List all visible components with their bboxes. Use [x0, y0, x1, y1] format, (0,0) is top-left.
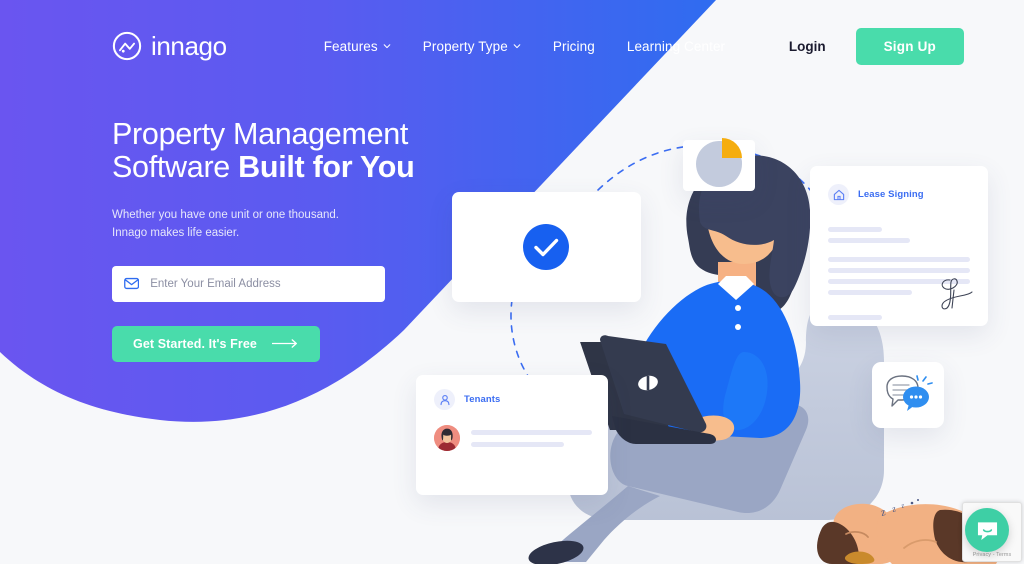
- get-started-button[interactable]: Get Started. It's Free: [112, 325, 320, 362]
- nav-item-property-type[interactable]: Property Type: [423, 39, 521, 54]
- email-signup-row: [112, 265, 385, 302]
- hero-section: Property Management Software Built for Y…: [112, 118, 532, 362]
- nav-label: Learning Center: [626, 38, 726, 54]
- arrow-right-icon: [271, 339, 297, 348]
- heading-bold: Built for You: [238, 149, 415, 184]
- nav-item-learning-center[interactable]: Learning Center: [627, 39, 725, 54]
- signup-button[interactable]: Sign Up: [855, 27, 964, 65]
- nav-label: Features: [323, 38, 378, 54]
- login-link[interactable]: Login: [789, 39, 826, 54]
- logo-text: innago: [151, 30, 227, 61]
- nav-item-pricing[interactable]: Pricing: [553, 39, 595, 54]
- innago-circle-mountain-logo-icon: [112, 31, 142, 61]
- envelope-icon: [124, 277, 140, 290]
- chat-smile-icon: [977, 521, 997, 540]
- main-nav: Features Property Type Pricing Learning …: [324, 39, 725, 54]
- page-title: Property Management Software Built for Y…: [112, 118, 532, 184]
- email-input[interactable]: [150, 277, 373, 290]
- site-header: innago Features Property Type Pricing Le…: [0, 0, 1024, 92]
- cta-label: Get Started. It's Free: [133, 336, 257, 351]
- chevron-down-icon: [383, 44, 391, 49]
- logo[interactable]: innago: [112, 31, 227, 62]
- chat-widget-button[interactable]: [965, 508, 1009, 552]
- nav-label: Pricing: [552, 38, 595, 54]
- nav-item-features[interactable]: Features: [324, 39, 391, 54]
- hero-subtext: Whether you have one unit or one thousan…: [112, 208, 339, 239]
- nav-label: Property Type: [422, 38, 508, 54]
- recaptcha-terms-label[interactable]: Privacy - Terms: [973, 552, 1012, 558]
- header-actions: Login Sign Up: [789, 27, 964, 65]
- chevron-down-icon: [513, 44, 521, 49]
